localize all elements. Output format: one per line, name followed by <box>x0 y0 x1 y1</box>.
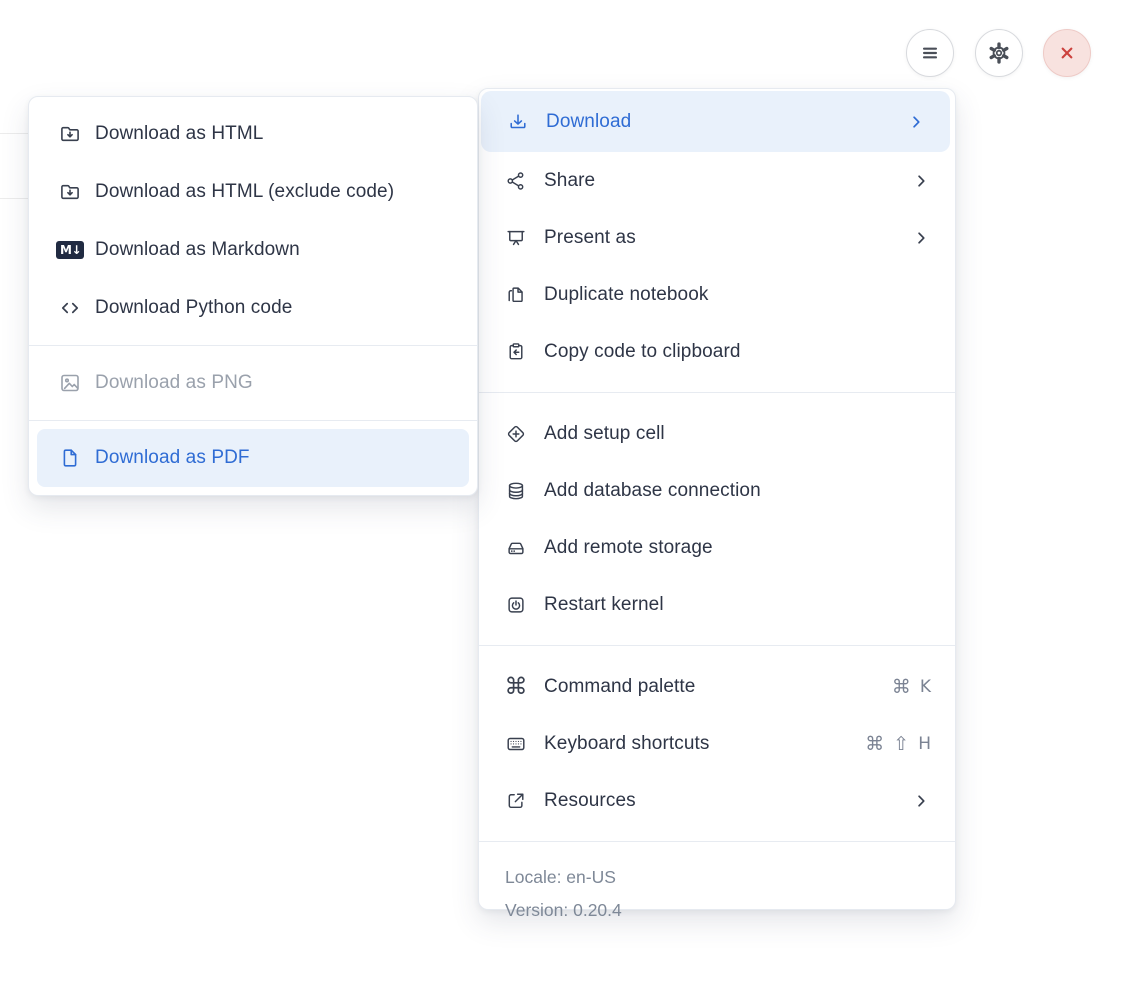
download-submenu: Download as HTML Download as HTML (exclu… <box>28 96 478 496</box>
menu-item-label: Download as PNG <box>95 372 253 393</box>
menu-divider <box>29 345 477 346</box>
menu-divider <box>479 841 955 842</box>
settings-button[interactable] <box>975 29 1023 77</box>
database-icon <box>505 480 527 502</box>
menu-item-label: Add database connection <box>544 479 761 501</box>
hamburger-icon <box>917 40 943 66</box>
menu-item-label: Share <box>544 169 596 191</box>
clipboard-arrow-icon <box>505 341 527 363</box>
menu-item-present-as[interactable]: Present as <box>479 209 955 266</box>
menu-item-label: Keyboard shortcuts <box>544 732 710 754</box>
menu-item-label: Add remote storage <box>544 536 713 558</box>
menu-item-label: Download as Markdown <box>95 239 300 260</box>
menu-footer: Locale: en-US Version: 0.20.4 <box>479 854 955 935</box>
menu-item-add-database-connection[interactable]: Add database connection <box>479 462 955 519</box>
download-icon <box>507 111 529 133</box>
menu-divider <box>29 420 477 421</box>
hamburger-menu-button[interactable] <box>906 29 954 77</box>
shortcut-hint: ⌘ ⇧ H <box>865 733 931 755</box>
menu-item-resources[interactable]: Resources <box>479 772 955 829</box>
menu-item-download[interactable]: Download <box>481 91 950 152</box>
chevron-right-icon <box>911 791 931 811</box>
menu-divider <box>479 645 955 646</box>
presentation-icon <box>505 227 527 249</box>
menu-divider <box>479 392 955 393</box>
menu-item-add-remote-storage[interactable]: Add remote storage <box>479 519 955 576</box>
menu-item-duplicate-notebook[interactable]: Duplicate notebook <box>479 266 955 323</box>
menu-item-label: Resources <box>544 789 636 811</box>
command-icon: ⌘ <box>504 673 528 700</box>
cmd-key-glyph: ⌘ <box>865 732 885 755</box>
background-artifact-line <box>0 198 30 199</box>
duplicate-icon <box>505 284 527 306</box>
external-link-icon <box>505 790 527 812</box>
code-icon <box>57 296 83 320</box>
menu-item-download-as-png[interactable]: Download as PNG <box>29 354 477 412</box>
menu-item-download-as-html[interactable]: Download as HTML <box>29 105 477 163</box>
menu-item-label: Present as <box>544 226 636 248</box>
menu-item-label: Copy code to clipboard <box>544 340 741 362</box>
close-icon <box>1054 40 1080 66</box>
chevron-right-icon <box>911 228 931 248</box>
shortcut-hint: ⌘ K <box>892 676 931 698</box>
folder-download-icon <box>57 122 83 146</box>
menu-item-download-as-html-exclude-code[interactable]: Download as HTML (exclude code) <box>29 163 477 221</box>
folder-download-icon <box>57 180 83 204</box>
diamond-plus-icon <box>505 423 527 445</box>
shift-key-glyph: ⇧ <box>893 732 910 755</box>
image-icon <box>57 371 83 395</box>
close-button[interactable] <box>1043 29 1091 77</box>
menu-item-label: Download as PDF <box>95 447 250 468</box>
menu-item-label: Add setup cell <box>544 422 665 444</box>
shortcut-key: H <box>918 733 931 754</box>
notebook-main-menu: Download Share Present as Duplicate note… <box>478 88 956 920</box>
chevron-right-icon <box>911 171 931 191</box>
storage-icon <box>505 537 527 559</box>
menu-item-label: Command palette <box>544 675 696 697</box>
menu-item-keyboard-shortcuts[interactable]: Keyboard shortcuts ⌘ ⇧ H <box>479 715 955 772</box>
cmd-key-glyph: ⌘ <box>891 675 911 698</box>
menu-item-share[interactable]: Share <box>479 152 955 209</box>
locale-text: Locale: en-US <box>505 867 616 887</box>
menu-item-command-palette[interactable]: ⌘ Command palette ⌘ K <box>479 658 955 715</box>
menu-item-label: Download Python code <box>95 297 293 318</box>
version-text: Version: 0.20.4 <box>505 900 622 920</box>
share-icon <box>505 170 527 192</box>
menu-item-download-as-pdf[interactable]: Download as PDF <box>37 429 469 487</box>
menu-item-label: Download <box>546 110 632 132</box>
menu-item-label: Restart kernel <box>544 593 664 615</box>
menu-item-restart-kernel[interactable]: Restart kernel <box>479 576 955 633</box>
menu-item-label: Download as HTML <box>95 123 264 144</box>
menu-item-copy-code-to-clipboard[interactable]: Copy code to clipboard <box>479 323 955 380</box>
chevron-right-icon <box>906 112 926 132</box>
power-icon <box>505 594 527 616</box>
shortcut-key: K <box>919 676 931 697</box>
menu-item-download-as-markdown[interactable]: M↓ Download as Markdown <box>29 221 477 279</box>
menu-item-download-python-code[interactable]: Download Python code <box>29 279 477 337</box>
menu-item-label: Duplicate notebook <box>544 283 709 305</box>
markdown-badge-icon: M↓ <box>56 241 84 259</box>
background-artifact-line <box>0 133 30 134</box>
menu-item-add-setup-cell[interactable]: Add setup cell <box>479 405 955 462</box>
file-icon <box>57 446 83 470</box>
menu-item-label: Download as HTML (exclude code) <box>95 181 395 202</box>
gear-icon <box>986 40 1012 66</box>
keyboard-icon <box>505 733 527 755</box>
